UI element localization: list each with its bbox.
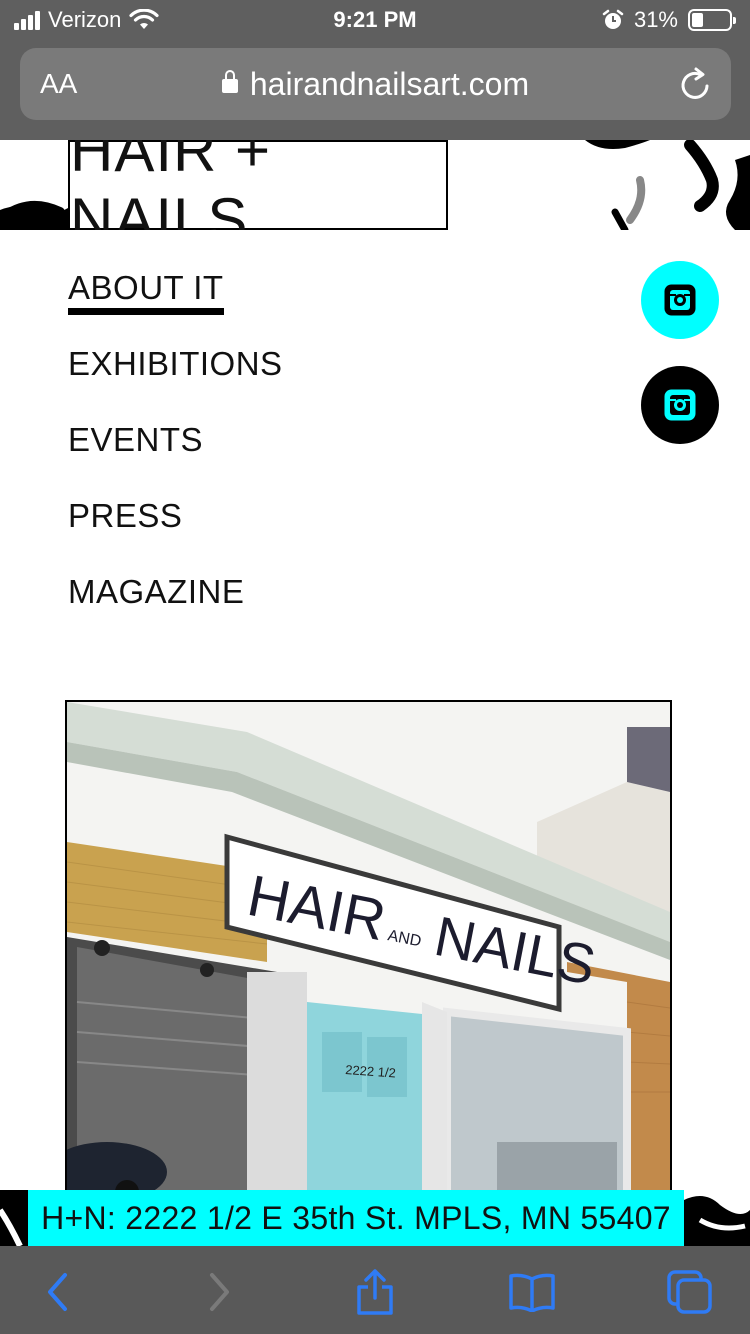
url-field[interactable]: hairandnailsart.com: [20, 66, 731, 103]
tabs-button[interactable]: [666, 1268, 714, 1316]
status-left: Verizon: [14, 7, 159, 33]
status-bar: Verizon 9:21 PM 31%: [0, 0, 750, 40]
nav-item-press[interactable]: PRESS: [68, 490, 283, 566]
address-bar[interactable]: AA hairandnailsart.com: [20, 48, 731, 120]
nav-item-about-it[interactable]: ABOUT IT: [68, 262, 283, 338]
forward-button[interactable]: [195, 1268, 243, 1316]
back-icon: [48, 1273, 67, 1311]
tabs-icon: [667, 1270, 712, 1314]
alarm-icon: [602, 9, 624, 29]
lock-icon: [221, 70, 238, 93]
nav-item-exhibitions[interactable]: EXHIBITIONS: [68, 338, 283, 414]
browser-chrome: Verizon 9:21 PM 31% AA hairandnailsart.c…: [0, 0, 750, 140]
wifi-icon: [129, 9, 159, 29]
instagram-icon: [664, 284, 696, 316]
instagram-button-black[interactable]: [641, 366, 719, 444]
storefront-photo: HAIR AND NAILS 2222 1/2: [65, 700, 672, 1220]
address-banner: H+N: 2222 1/2 E 35th St. MPLS, MN 55407: [28, 1190, 684, 1246]
reload-icon[interactable]: [679, 66, 713, 102]
main-nav: ABOUT IT EXHIBITIONS EVENTS PRESS MAGAZI…: [68, 262, 283, 642]
forward-icon: [210, 1273, 229, 1311]
nav-item-events[interactable]: EVENTS: [68, 414, 283, 490]
bookmarks-icon: [509, 1273, 555, 1312]
url-text: hairandnailsart.com: [249, 66, 530, 102]
share-icon: [357, 1269, 393, 1315]
site-logo[interactable]: HAIR + NAILS: [68, 140, 448, 230]
bookmarks-button[interactable]: [508, 1268, 556, 1316]
instagram-icon: [664, 389, 696, 421]
carrier-label: Verizon: [48, 7, 122, 32]
browser-toolbar: [0, 1246, 750, 1334]
nav-item-magazine[interactable]: MAGAZINE: [68, 566, 283, 642]
share-button[interactable]: [351, 1268, 399, 1316]
battery-icon: [688, 9, 736, 31]
instagram-button-cyan[interactable]: [641, 261, 719, 339]
site-header: HAIR + NAILS: [0, 140, 750, 230]
back-button[interactable]: [34, 1268, 82, 1316]
battery-percent: 31%: [633, 7, 678, 32]
status-right: 31%: [602, 7, 736, 33]
logo-text: HAIR + NAILS: [70, 140, 272, 230]
signal-icon: [14, 10, 40, 30]
